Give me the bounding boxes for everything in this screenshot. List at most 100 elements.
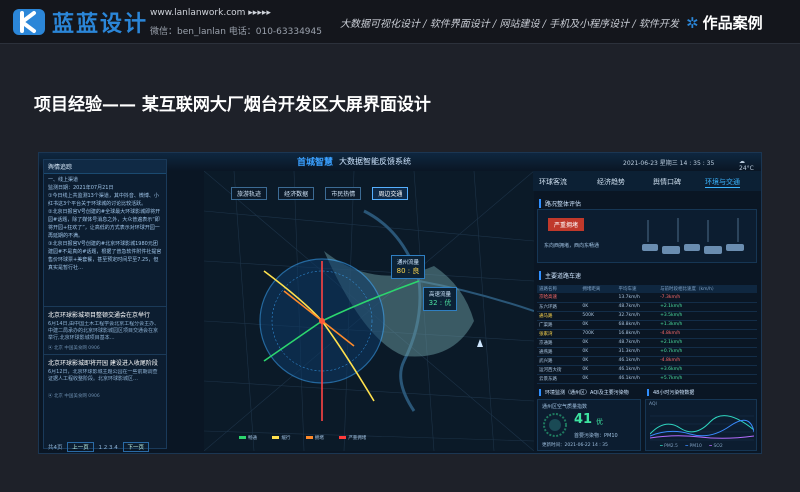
env-header: 环境监测（通州区）AQI及主要污染物 — [539, 389, 629, 396]
table-cell: +3.6km/h — [658, 365, 757, 375]
table-cell: 云景东路 — [537, 374, 581, 384]
table-cell: -4.8km/h — [658, 329, 757, 339]
website-url[interactable]: www.lanlanwork.com ▸▸▸▸▸ — [150, 8, 271, 18]
trend-legend: ━ PM2.5 ━ PM10 ━ SO2 — [660, 444, 723, 449]
prev-page-button[interactable]: 上一页 — [67, 442, 94, 452]
legend-severe: 严重拥堵 — [339, 435, 366, 441]
table-row[interactable]: 武兴路 0K 46.1km/h -4.8km/h — [537, 356, 757, 366]
news-item[interactable]: 北京环球影城项目整顿交通会在京举行 6月14日,由中国土木工程学会北京工程分会主… — [44, 306, 166, 354]
map-filters: 旅游轨迹 经济数据 市民热情 周边交通 — [231, 181, 414, 200]
table-cell: 运河西大街 — [537, 365, 581, 375]
tab-bar: 环球客流 经济趋势 舆情口碑 环境与交通 — [533, 171, 761, 191]
map-label-value: 32 : 优 — [428, 299, 452, 307]
map-label-tongzhou[interactable]: 通州流量 80 : 良 — [391, 255, 425, 279]
next-page-button[interactable]: 下一页 — [122, 442, 150, 452]
table-cell: 48.7km/h — [616, 302, 659, 312]
dashboard-title: 大数据智能反馈系统 — [339, 157, 411, 166]
contact-info: 微信：ben_lanlan 电话：010-63334945 — [150, 27, 322, 37]
aqi-value: 41 — [574, 412, 593, 427]
map-legend: 畅通 缓行 拥堵 严重拥堵 — [239, 435, 459, 441]
table-cell: +2.1km/h — [658, 338, 757, 348]
page-title: 项目经验—— 某互联网大厂烟台开发区大屏界面设计 — [34, 95, 431, 115]
map-label-title: 通州流量 — [396, 260, 419, 266]
filter-traffic[interactable]: 周边交通 — [372, 187, 409, 200]
news-title: 北京环球影城即将开园 建设进入收尾阶段 — [48, 360, 158, 367]
table-cell: 32.7km/h — [616, 311, 659, 321]
aqi-pollutant: 首要污染物：PM10 — [574, 433, 618, 439]
trend-header: 48小时污染物数据 — [647, 389, 694, 396]
congestion-status: 严重拥堵 — [548, 218, 585, 231]
page-numbers[interactable]: 1 2 3 4 — [99, 445, 118, 451]
traffic-map[interactable] — [204, 171, 534, 451]
table-cell: 0K — [580, 302, 617, 312]
table-row[interactable]: 东六环路 0K 48.7km/h +2.1km/h — [537, 302, 757, 312]
table-cell: 16.8km/h — [616, 329, 659, 339]
works-label: ✲ 作品案例 — [686, 14, 763, 32]
lanlan-logo-icon — [13, 9, 45, 35]
tab-economy[interactable]: 经济趋势 — [597, 177, 625, 187]
legend-jam: 拥堵 — [305, 435, 324, 441]
table-cell: 广渠路 — [537, 320, 581, 330]
news-title: 北京环球影城项目整顿交通会在京举行 — [48, 312, 151, 319]
tab-visitors[interactable]: 环球客流 — [539, 177, 567, 187]
table-row[interactable]: 通马路 500K 32.7km/h +3.5km/h — [537, 311, 757, 321]
table-cell: -4.8km/h — [658, 356, 757, 366]
aqi-level: 优 — [596, 418, 603, 426]
news-item[interactable]: 北京环球影城即将开园 建设进入收尾阶段 6月12日，北京环球影城主题公园在一些前… — [44, 354, 166, 402]
weather-temp: ☁ 24°C — [739, 158, 754, 172]
panel-header: 舆情追踪 — [44, 160, 166, 174]
table-cell: 48.7km/h — [616, 338, 659, 348]
map-label-title: 高速流量 — [428, 292, 451, 298]
table-cell: 东六环路 — [537, 302, 581, 312]
table-cell: 京通路 — [537, 338, 581, 348]
table-header-row: 道路名称 拥堵距离 平均车速 与前时段相比速度（km/h） — [537, 285, 757, 293]
news-footer: ⦿ 北京 中国美食网 0906 — [48, 346, 100, 351]
table-cell: +2.1km/h — [658, 302, 757, 312]
table-cell: 500K — [580, 311, 617, 321]
news-footer: ⦿ 北京 中国美食网 0906 — [48, 394, 100, 399]
news-body: 6月12日，北京环球影城主题公园在一些前期调查证据人工程收整阶段。北京环球影城区… — [48, 369, 158, 382]
table-cell: +3.5km/h — [658, 311, 757, 321]
table-cell: 13.7km/h — [616, 293, 659, 303]
aqi-card: 通州区空气质量指数 41 优 首要污染物：PM10 更新时间：2021-06-2… — [537, 399, 641, 451]
sentiment-panel: 舆情追踪 一、线上渠道 监测日期：2021年07月21日 ①今日线上共监测13个… — [43, 159, 167, 452]
roads-header: 主要道路车速 — [539, 271, 581, 280]
table-cell: +5.7km/h — [658, 374, 757, 384]
table-cell: 张家湾 — [537, 329, 581, 339]
table-row[interactable]: 京哈高速 13.7km/h -7.3km/h — [537, 293, 757, 303]
sentiment-text: 一、线上渠道 监测日期：2021年07月21日 ①今日线上共监测13个渠道，其中… — [48, 177, 162, 271]
star-icon: ✲ — [686, 14, 699, 32]
road-speed-table: 道路名称 拥堵距离 平均车速 与前时段相比速度（km/h） 京哈高速 13.7km/h -… — [537, 285, 757, 384]
table-row[interactable]: 通燕路 0K 31.3km/h +0.7km/h — [537, 347, 757, 357]
column-header: 与前时段相比速度（km/h） — [658, 285, 757, 293]
table-cell: 46.1km/h — [616, 365, 659, 375]
table-cell: 0K — [580, 347, 617, 357]
filter-tourism[interactable]: 旅游轨迹 — [231, 187, 268, 200]
brand-name: 蓝蓝设计 — [52, 12, 149, 37]
trend-lines — [650, 415, 754, 441]
dashboard-logo: 首城智慧 — [297, 158, 334, 168]
page-footer — [0, 471, 800, 492]
table-cell: -7.3km/h — [658, 293, 757, 303]
news-body: 6月14日,由中国土木工程学会北京工程分会主办、中建二局承办的北京环球影城园区项… — [48, 321, 160, 341]
table-row[interactable]: 运河西大街 0K 46.1km/h +3.6km/h — [537, 365, 757, 375]
tab-environment[interactable]: 环境与交通 — [705, 177, 740, 188]
table-row[interactable]: 云景东路 0K 46.1km/h +5.7km/h — [537, 374, 757, 384]
legend-smooth: 畅通 — [239, 435, 257, 441]
table-cell: 46.1km/h — [616, 356, 659, 366]
filter-economy[interactable]: 经济数据 — [278, 187, 315, 200]
filter-citizens[interactable]: 市民热情 — [325, 187, 362, 200]
table-row[interactable]: 京通路 0K 48.7km/h +2.1km/h — [537, 338, 757, 348]
table-body: 京哈高速 13.7km/h -7.3km/h 东六环路 0K 48.7km/h +2.1km… — [537, 293, 757, 384]
pager-count: 共4页 — [48, 445, 63, 451]
table-cell — [580, 293, 617, 303]
pollution-trend-chart: AQI ━ PM2.5 ━ PM10 ━ SO2 — [645, 399, 757, 451]
table-cell: 京哈高速 — [537, 293, 581, 303]
table-cell: 0K — [580, 320, 617, 330]
table-row[interactable]: 广渠路 0K 68.8km/h +1.3km/h — [537, 320, 757, 330]
table-cell: +1.3km/h — [658, 320, 757, 330]
map-label-highway[interactable]: 高速流量 32 : 优 — [423, 287, 457, 311]
congestion-note: 东向西拥堵，西向东畅通 — [544, 243, 600, 249]
tab-reputation[interactable]: 舆情口碑 — [653, 177, 681, 187]
table-row[interactable]: 张家湾 700K 16.8km/h -4.8km/h — [537, 329, 757, 339]
